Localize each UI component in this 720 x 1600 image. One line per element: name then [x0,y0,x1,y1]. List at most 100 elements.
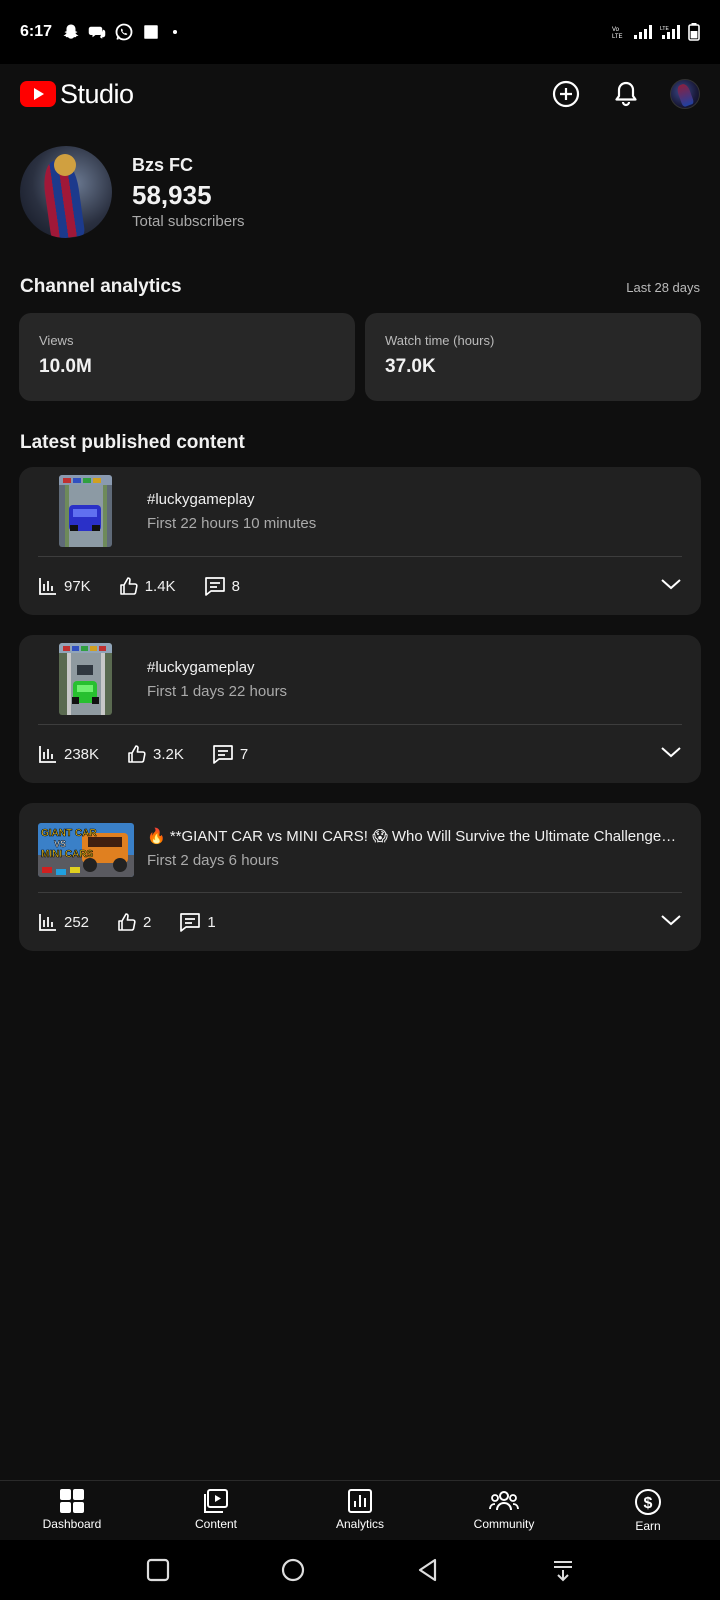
content-age: First 22 hours 10 minutes [147,515,317,532]
notification-shade-button[interactable] [543,1550,583,1590]
status-icons-left [62,22,182,42]
chevron-down-icon [661,746,681,757]
svg-text:LTE: LTE [612,34,623,39]
channel-name: Bzs FC [132,154,194,175]
svg-text:$: $ [644,1495,653,1512]
channel-info: Bzs FC 58,935 Total subscribers [132,155,245,230]
pull-down-icon [553,1561,572,1582]
expand-button[interactable] [660,745,682,764]
content-icon [204,1489,228,1513]
status-bar: 6:17 Vo LTE LTE [0,0,720,64]
nav-label: Community [473,1517,535,1531]
comments-count: 7 [239,745,249,763]
status-icons-right: Vo LTE LTE [612,23,700,41]
likes-count: 3.2K [153,745,184,763]
chevron-down-icon [661,578,681,589]
nav-earn[interactable]: $ Earn [576,1481,720,1540]
analytics-header: Channel analytics Last 28 days [20,276,700,298]
comments-count: 1 [207,913,216,931]
analytics-period: Last 28 days [626,280,700,295]
chat-bubble-icon [88,26,106,39]
comments-count: 8 [231,577,240,595]
comments-stat: 1 [179,912,216,932]
subscriber-count: 58,935 [132,179,212,210]
thumbs-up-icon [128,745,146,763]
content-title: 🔥 **GIANT CAR vs MINI CARS! 😱 Who Will S… [147,828,681,845]
content-title: #luckygameplay [147,659,255,676]
bar-chart-icon [39,746,56,763]
comment-icon [204,577,225,596]
notifications-button[interactable] [610,78,642,110]
content-card[interactable]: #luckygameplay First 22 hours 10 minutes… [19,467,701,615]
chevron-down-icon [661,914,681,925]
snapchat-icon [63,24,79,39]
expand-button[interactable] [660,577,682,596]
whatsapp-icon [115,23,133,41]
views-stat: 97K [38,576,91,596]
back-button[interactable] [408,1550,448,1590]
recents-button[interactable] [138,1550,178,1590]
views-count: 238K [64,745,100,763]
logo-text: Studio [60,78,134,109]
back-triangle-icon [418,1558,436,1582]
comment-icon [180,913,201,932]
expand-button[interactable] [660,913,682,932]
likes-count: 1.4K [144,577,176,595]
bell-icon [615,81,637,107]
metric-label: Watch time (hours) [385,333,495,348]
comments-stat: 8 [204,576,240,596]
views-stat: 238K [38,744,99,764]
metric-value: 10.0M [39,356,92,377]
header-actions [550,78,700,110]
nav-label: Content [194,1517,238,1531]
nav-label: Analytics [335,1517,385,1531]
content-stats: 238K 3.2K 7 [38,725,682,783]
square-notification-icon [144,25,158,39]
video-thumbnail[interactable] [59,643,112,715]
signal-icon [634,25,652,39]
content-card[interactable]: #luckygameplay First 1 days 22 hours 238… [19,635,701,783]
likes-stat: 2 [117,912,151,932]
status-time: 6:17 [20,23,53,40]
community-icon [489,1491,519,1511]
create-button[interactable] [550,78,582,110]
watch-time-card[interactable]: Watch time (hours) 37.0K [365,313,701,401]
content-card[interactable]: GIANT CAR VS MINI CARS 🔥 **GIANT CAR vs … [19,803,701,951]
views-count: 97K [64,577,91,595]
nav-analytics[interactable]: Analytics [288,1481,432,1540]
youtube-logo-icon [20,81,56,107]
home-circle-icon [281,1558,304,1582]
add-circle-icon [552,80,580,108]
nav-dashboard[interactable]: Dashboard [0,1481,144,1540]
studio-logo[interactable]: Studio [20,79,134,110]
volte-icon: VoLTE [612,27,623,39]
bar-chart-icon [39,578,56,595]
analytics-title: Channel analytics [20,276,182,297]
recents-icon [146,1558,169,1582]
nav-label: Earn [635,1519,661,1533]
thumbnail-text: MINI CARS [41,849,94,860]
comments-stat: 7 [212,744,248,764]
battery-icon [688,23,700,41]
nav-content[interactable]: Content [144,1481,288,1540]
channel-avatar[interactable] [20,146,112,238]
system-nav [0,1540,720,1600]
metric-value: 37.0K [385,356,436,377]
nav-community[interactable]: Community [432,1481,576,1540]
content-stats: 252 2 1 [38,893,682,951]
dot-icon [172,29,178,35]
video-thumbnail[interactable]: GIANT CAR VS MINI CARS [38,823,134,877]
bottom-nav: Dashboard Content Analytics Community $ … [0,1480,720,1540]
svg-text:Vo: Vo [612,27,620,33]
subscriber-label: Total subscribers [132,212,245,230]
channel-summary: Bzs FC 58,935 Total subscribers [20,146,245,238]
thumbnail-text: GIANT CAR [41,828,97,839]
likes-count: 2 [143,913,152,931]
views-card[interactable]: Views 10.0M [19,313,355,401]
home-button[interactable] [273,1550,313,1590]
account-avatar[interactable] [670,79,700,109]
earn-icon: $ [635,1489,661,1515]
likes-stat: 3.2K [127,744,184,764]
latest-content-title: Latest published content [20,432,245,453]
video-thumbnail[interactable] [59,475,112,547]
